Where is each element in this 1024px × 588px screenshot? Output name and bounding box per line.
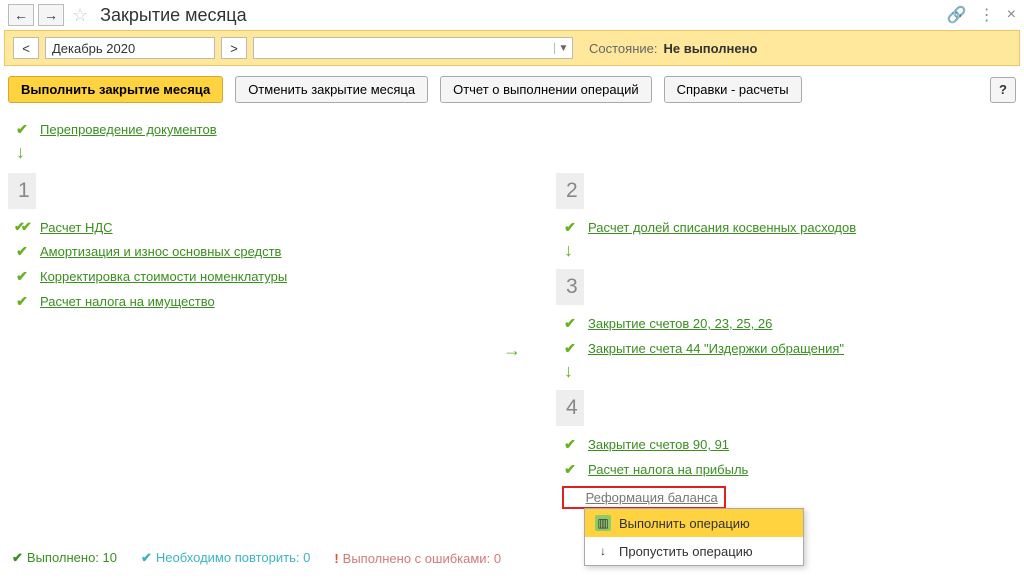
cancel-closing-button[interactable]: Отменить закрытие месяца	[235, 76, 428, 103]
close-icon[interactable]: ×	[1007, 6, 1016, 24]
check-icon: ✔	[562, 436, 578, 453]
period-field[interactable]: Декабрь 2020	[45, 37, 215, 59]
op-cost-adjustment[interactable]: Корректировка стоимости номенклатуры	[40, 269, 287, 284]
stage-2-header: 2	[556, 173, 584, 209]
footer-errors: !Выполнено с ошибками: 0	[334, 551, 501, 566]
op-property-tax[interactable]: Расчет налога на имущество	[40, 294, 215, 309]
menu-execute-operation[interactable]: ▥ Выполнить операцию	[585, 509, 803, 537]
stage-1-header: 1	[8, 173, 36, 209]
help-button[interactable]: ?	[990, 77, 1016, 103]
document-icon: ▥	[595, 515, 611, 531]
op-balance-reform[interactable]: Реформация баланса	[586, 490, 718, 505]
kebab-menu-icon[interactable]: ⋮	[979, 5, 995, 25]
check-icon: ✔	[562, 219, 578, 236]
stage-1-column: 1 ✔✔Расчет НДС ✔Амортизация и износ осно…	[8, 173, 492, 521]
check-icon: ✔	[14, 268, 30, 285]
org-dropdown[interactable]: ▼	[253, 37, 573, 59]
menu-skip-label: Пропустить операцию	[619, 544, 753, 559]
menu-skip-operation[interactable]: ↓ Пропустить операцию	[585, 537, 803, 565]
toolbar: Выполнить закрытие месяца Отменить закры…	[0, 66, 1024, 113]
check-icon: ✔	[562, 315, 578, 332]
status-footer: ✔Выполнено: 10 ✔Необходимо повторить: 0 …	[0, 544, 513, 572]
favorite-star-icon[interactable]: ☆	[72, 5, 88, 26]
page-title: Закрытие месяца	[100, 5, 246, 26]
operations-report-button[interactable]: Отчет о выполнении операций	[440, 76, 652, 103]
footer-repeat: ✔Необходимо повторить: 0	[141, 550, 310, 566]
op-repost-documents[interactable]: Перепроведение документов	[40, 122, 217, 137]
references-button[interactable]: Справки - расчеты	[664, 76, 802, 103]
nav-forward-button[interactable]: →	[38, 4, 64, 26]
status-label: Состояние:	[589, 41, 657, 56]
nav-back-button[interactable]: ←	[8, 4, 34, 26]
arrow-down-icon: ↓	[556, 240, 1016, 261]
context-menu: ▥ Выполнить операцию ↓ Пропустить операц…	[584, 508, 804, 566]
stage-4-header: 4	[556, 390, 584, 426]
op-close-90-91[interactable]: Закрытие счетов 90, 91	[588, 437, 729, 452]
check-icon: ✔	[14, 243, 30, 260]
stage-3-header: 3	[556, 269, 584, 305]
menu-execute-label: Выполнить операцию	[619, 516, 750, 531]
right-column: 2 ✔ Расчет долей списания косвенных расхо…	[532, 173, 1016, 521]
check-icon: ✔	[562, 461, 578, 478]
op-vat-calc[interactable]: Расчет НДС	[40, 220, 113, 235]
window-titlebar: ← → ☆ Закрытие месяца 🔗 ⋮ ×	[0, 0, 1024, 30]
period-bar: < Декабрь 2020 > ▼ Состояние: Не выполне…	[4, 30, 1020, 66]
arrow-right-icon: →	[502, 173, 522, 521]
arrow-down-icon: ↓	[8, 142, 1016, 163]
check-icon: ✔	[14, 121, 30, 138]
op-close-20-23-25-26[interactable]: Закрытие счетов 20, 23, 25, 26	[588, 316, 772, 331]
op-indirect-costs[interactable]: Расчет долей списания косвенных расходов	[588, 220, 856, 235]
status-value: Не выполнено	[663, 41, 757, 56]
period-next-button[interactable]: >	[221, 37, 247, 59]
chevron-down-icon: ▼	[554, 43, 572, 54]
link-icon[interactable]: 🔗	[947, 5, 967, 25]
arrow-down-icon: ↓	[595, 543, 611, 559]
check-icon: ✔	[562, 340, 578, 357]
op-close-44[interactable]: Закрытие счета 44 "Издержки обращения"	[588, 341, 844, 356]
op-profit-tax[interactable]: Расчет налога на прибыль	[588, 462, 748, 477]
period-prev-button[interactable]: <	[13, 37, 39, 59]
pending-op-highlight: Реформация баланса	[562, 486, 726, 509]
check-icon: ✔	[14, 293, 30, 310]
content-area: ✔ Перепроведение документов ↓ 1 ✔✔Расчет…	[0, 113, 1024, 525]
execute-closing-button[interactable]: Выполнить закрытие месяца	[8, 76, 223, 103]
check-double-icon: ✔✔	[14, 219, 30, 235]
footer-done: ✔Выполнено: 10	[12, 550, 117, 566]
arrow-down-icon: ↓	[556, 361, 1016, 382]
op-depreciation[interactable]: Амортизация и износ основных средств	[40, 244, 281, 259]
